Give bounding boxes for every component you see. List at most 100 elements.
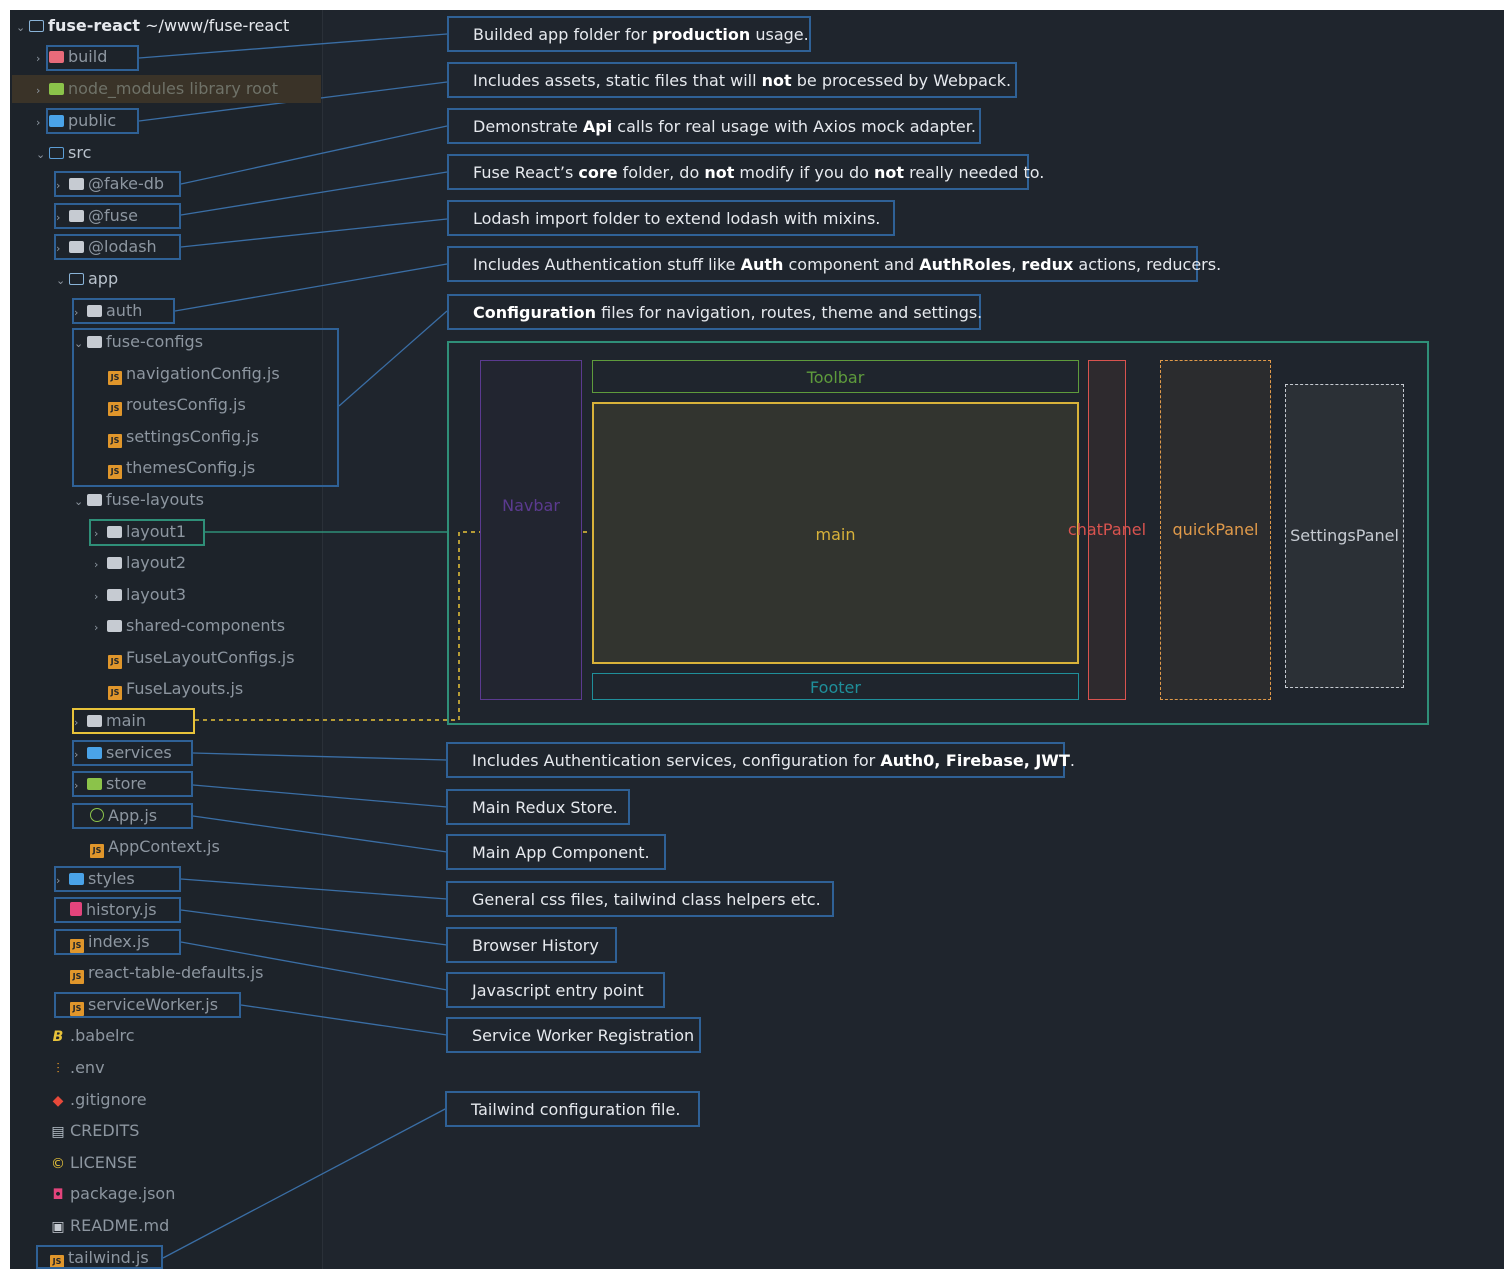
callout-fuse: Fuse React’s core folder, do not modify …: [447, 154, 1044, 190]
callout-service-worker: Service Worker Registration: [446, 1017, 701, 1053]
tree-label: react-table-defaults.js: [88, 963, 264, 982]
highlight-fuse: [54, 203, 181, 229]
tree-item-gitignore[interactable]: ◆ .gitignore: [50, 1086, 147, 1114]
connector-services: [192, 752, 448, 761]
tree-label: .env: [70, 1058, 105, 1077]
tree-label-note: library root: [189, 79, 278, 98]
folder-icon: [107, 557, 122, 569]
document-icon: ▤: [51, 1124, 65, 1140]
chevron-down-icon: ⌄: [36, 148, 46, 161]
folder-icon: [69, 273, 84, 285]
layout-chat-panel-label: chatPanel: [1067, 520, 1147, 539]
tree-label: .gitignore: [70, 1090, 147, 1109]
callout-auth: Includes Authentication stuff like Auth …: [447, 246, 1221, 282]
connector-auth: [174, 263, 448, 312]
tree-item-app-context[interactable]: JS AppContext.js: [90, 833, 220, 861]
highlight-styles: [54, 866, 181, 892]
tree-label: .babelrc: [70, 1026, 135, 1045]
highlight-layout1: [89, 519, 205, 546]
tree-label: LICENSE: [70, 1153, 138, 1172]
tree-item-babelrc[interactable]: B .babelrc: [50, 1022, 135, 1050]
tree-label: shared-components: [126, 616, 286, 635]
tree-label: layout2: [126, 553, 187, 572]
tree-item-node-modules[interactable]: › node_modules library root: [12, 75, 321, 103]
layout-quick-panel: quickPanel: [1160, 360, 1271, 700]
tree-root[interactable]: ⌄ fuse-react ~/www/fuse-react: [16, 12, 289, 40]
connector-app: [192, 815, 448, 853]
git-icon: ◆: [52, 1093, 64, 1109]
tree-item-fuse-layouts-js[interactable]: JS FuseLayouts.js: [108, 675, 243, 703]
highlight-store: [72, 771, 193, 797]
js-file-icon: JS: [108, 686, 122, 700]
folder-icon: [107, 589, 122, 601]
highlight-build: [46, 45, 139, 71]
highlight-public: [46, 108, 139, 134]
highlight-app-js: [72, 803, 193, 829]
chevron-right-icon: ›: [36, 84, 41, 97]
layout-footer: Footer: [592, 673, 1079, 700]
connector-styles: [180, 878, 448, 900]
js-file-icon: JS: [90, 844, 104, 858]
layout-main: main: [592, 402, 1079, 664]
callout-build: Builded app folder for production usage.: [447, 16, 811, 52]
highlight-service-worker: [54, 992, 241, 1018]
tree-label: CREDITS: [70, 1121, 140, 1140]
markdown-icon: ▣: [51, 1219, 65, 1235]
chevron-down-icon: ⌄: [16, 21, 26, 34]
root-path: ~/www/fuse-react: [145, 16, 290, 35]
tree-label: node_modules: [68, 79, 185, 98]
tree-label: AppContext.js: [108, 837, 220, 856]
tree-item-src[interactable]: ⌄ src: [36, 139, 91, 167]
callout-services: Includes Authentication services, config…: [446, 742, 1075, 778]
tree-label: README.md: [70, 1216, 170, 1235]
babel-icon: B: [52, 1029, 64, 1045]
connector-fuse: [180, 171, 448, 216]
chevron-right-icon: ›: [94, 558, 99, 571]
callout-store: Main Redux Store.: [446, 789, 630, 825]
callout-public: Includes assets, static files that will …: [447, 62, 1017, 98]
tree-label: FuseLayouts.js: [126, 679, 244, 698]
tree-item-app[interactable]: ⌄ app: [56, 265, 118, 293]
tree-item-license[interactable]: © LICENSE: [50, 1149, 137, 1177]
settings-sliders-icon: ⫶: [56, 1061, 60, 1077]
tree-item-layout3[interactable]: › layout3: [94, 581, 186, 609]
layout-toolbar: Toolbar: [592, 360, 1079, 393]
callout-fake-db: Demonstrate Api calls for real usage wit…: [447, 108, 981, 144]
highlight-auth: [72, 298, 175, 324]
npm-icon: ◘: [52, 1187, 64, 1203]
tree-item-credits[interactable]: ▤ CREDITS: [50, 1117, 139, 1145]
folder-icon: [87, 494, 102, 506]
highlight-lodash: [54, 234, 181, 260]
tree-item-env[interactable]: ⫶ .env: [50, 1054, 105, 1082]
connector-tailwind: [162, 1107, 448, 1259]
tree-label: app: [88, 269, 119, 288]
tree-label: FuseLayoutConfigs.js: [126, 648, 295, 667]
callout-styles: General css files, tailwind class helper…: [446, 881, 834, 917]
tree-item-fuse-layouts[interactable]: ⌄ fuse-layouts: [74, 486, 204, 514]
tree-item-package-json[interactable]: ◘ package.json: [50, 1180, 175, 1208]
callout-lodash: Lodash import folder to extend lodash wi…: [447, 200, 895, 236]
tree-label: src: [68, 143, 92, 162]
callout-configs: Configuration files for navigation, rout…: [447, 294, 982, 330]
folder-icon: [49, 83, 64, 95]
highlight-index: [54, 929, 181, 955]
chevron-right-icon: ›: [94, 621, 99, 634]
connector-fake-db: [180, 125, 448, 185]
tree-item-layout2[interactable]: › layout2: [94, 549, 186, 577]
tree-item-fuse-layout-configs[interactable]: JS FuseLayoutConfigs.js: [108, 644, 295, 672]
highlight-history: [54, 897, 181, 923]
tree-item-shared-components[interactable]: › shared-components: [94, 612, 285, 640]
chevron-down-icon: ⌄: [56, 274, 66, 287]
js-file-icon: JS: [70, 970, 84, 984]
tree-label: fuse-layouts: [106, 490, 204, 509]
callout-app: Main App Component.: [446, 834, 666, 870]
connector-service-worker: [240, 1004, 448, 1036]
connector-lodash: [180, 218, 448, 248]
callout-index: Javascript entry point: [446, 972, 665, 1008]
callout-tailwind: Tailwind configuration file.: [445, 1091, 700, 1127]
connector-history: [180, 909, 448, 946]
tree-item-react-table-defaults[interactable]: JS react-table-defaults.js: [70, 959, 264, 987]
tree-label: layout3: [126, 585, 187, 604]
tree-item-readme[interactable]: ▣ README.md: [50, 1212, 169, 1240]
tree-label: package.json: [70, 1184, 176, 1203]
